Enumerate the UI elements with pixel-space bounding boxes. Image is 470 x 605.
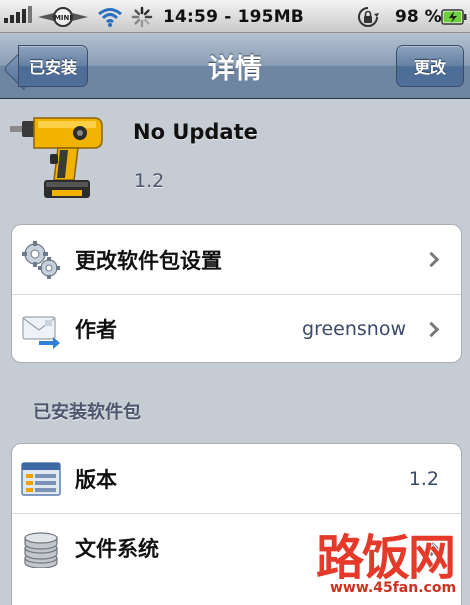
database-icon (21, 530, 61, 569)
wifi-icon (97, 0, 123, 33)
status-bar: MINI 14:59 - 195MB 98 % (0, 0, 470, 33)
section-header-installed-packages: 已安装软件包 (33, 402, 141, 423)
mail-icon (21, 311, 61, 349)
site-watermark-logo: 路饭网 www.45fan.com (315, 518, 466, 603)
power-drill-icon (8, 110, 108, 206)
status-time-memory: 14:59 - 195MB (163, 6, 304, 27)
package-version: 1.2 (134, 170, 165, 192)
list-item-version: 版本 1.2 (12, 444, 461, 513)
chevron-right-icon (423, 321, 440, 337)
version-value: 1.2 (408, 467, 439, 490)
author-value: greensnow (302, 318, 406, 340)
version-list-icon (21, 460, 61, 498)
list-item-label: 文件系统 (75, 537, 159, 561)
watermark-url: www.45fan.com (330, 580, 457, 596)
carrier-logo: MINI (36, 0, 90, 33)
list-item-label: 更改软件包设置 (75, 248, 222, 273)
package-name: No Update (133, 120, 258, 144)
signal-strength-icon (4, 0, 32, 33)
navigation-bar: 已安装 详情 更改 (0, 33, 470, 99)
battery-percent: 98 % (395, 6, 442, 27)
list-item-author[interactable]: 作者 greensnow (12, 294, 461, 362)
chevron-right-icon (423, 251, 440, 268)
carrier-label: MINI (54, 14, 72, 22)
activity-spinner-icon (131, 0, 153, 33)
list-item-label: 版本 (75, 467, 117, 492)
gears-icon (21, 241, 61, 279)
list-item-label: 作者 (75, 318, 117, 342)
list-item-change-package-settings[interactable]: 更改软件包设置 (12, 225, 461, 294)
edit-button[interactable]: 更改 (396, 45, 464, 87)
rotation-lock-icon (356, 0, 380, 33)
watermark-title: 路饭网 (315, 529, 457, 587)
package-settings-group: 更改软件包设置 作者 greensnow (11, 224, 462, 363)
battery-charging-icon (441, 0, 467, 33)
